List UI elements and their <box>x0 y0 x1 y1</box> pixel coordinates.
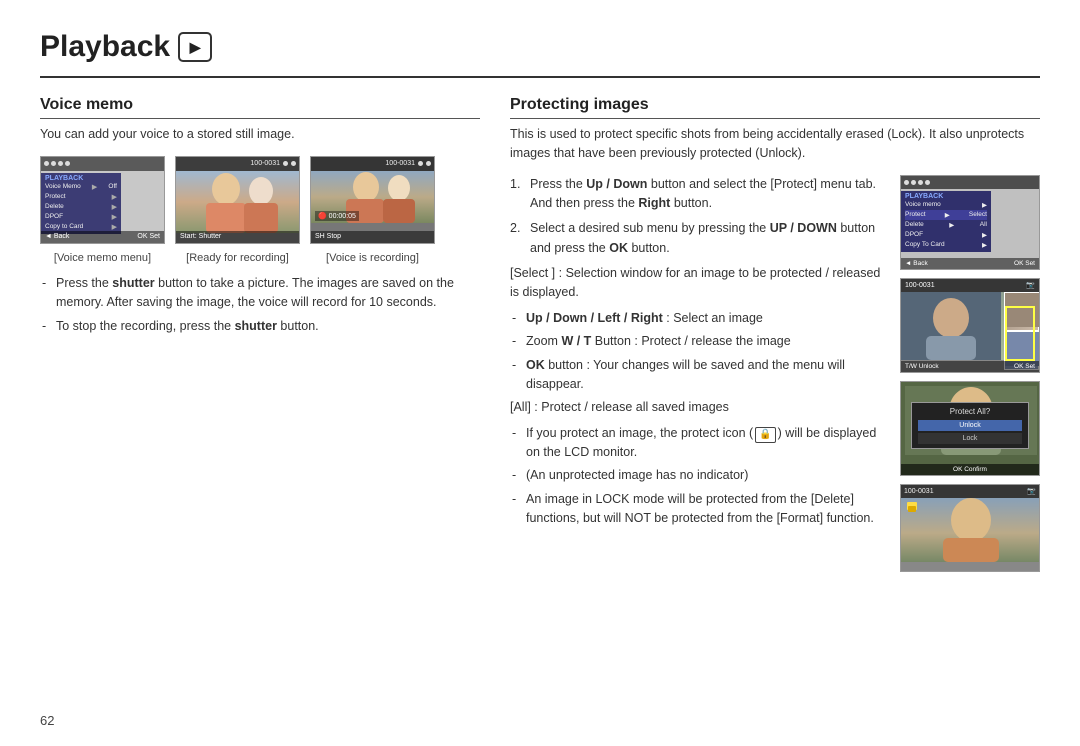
top-divider <box>40 76 1040 78</box>
protect-sub-bullets: Up / Down / Left / Right : Select an ima… <box>510 309 886 395</box>
screen1-topbar <box>41 157 164 171</box>
screen3-bottombar: SH Stop <box>311 231 434 243</box>
protect-desc: This is used to protect specific shots f… <box>510 125 1040 163</box>
protect-extra-bullets: If you protect an image, the protect ico… <box>510 424 886 529</box>
screen2-bottombar: Start: Shutter <box>176 231 299 243</box>
protect-bottombar: OK Confirm <box>901 464 1039 475</box>
all-note: [All] : Protect / release all saved imag… <box>510 398 886 417</box>
right-content-area: 1. Press the Up / Down button and select… <box>510 175 1040 572</box>
recording-time: 00:00:05 <box>329 213 356 220</box>
voice-memo-bullets: Press the shutter button to take a pictu… <box>40 274 480 336</box>
bullet-zoom: Zoom W / T Button : Protect / release th… <box>510 332 886 351</box>
numbered-steps: 1. Press the Up / Down button and select… <box>510 175 886 259</box>
protected-topbar: 100-0031 📷 <box>901 485 1039 498</box>
step-1: 1. Press the Up / Down button and select… <box>510 175 886 214</box>
bullet-shutter-1: Press the shutter button to take a pictu… <box>40 274 480 313</box>
camera-screens-row: PLAYBACK Voice Memo▶Off Protect▶ Delete▶… <box>40 156 480 244</box>
page-number: 62 <box>40 713 54 728</box>
protect-dialog-title: Protect All? <box>918 407 1022 416</box>
start-shutter-label: Start: Shutter <box>180 233 221 240</box>
sel-bottom-right: OK Set <box>1014 363 1035 370</box>
recording-screen: 100-0031 🔴 00:00:05 <box>310 156 435 244</box>
bullet-protect-icon: If you protect an image, the protect ico… <box>510 424 886 463</box>
caption-1: [Voice memo menu] <box>40 252 165 264</box>
captions-row: [Voice memo menu] [Ready for recording] … <box>40 252 480 264</box>
sel-bottom-left: T/W Unlock <box>905 363 939 370</box>
screen1-menu: PLAYBACK Voice Memo▶Off Protect▶ Delete▶… <box>41 173 121 234</box>
protected-screen-label: 100-0031 <box>904 488 934 495</box>
protect-dialog: Protect All? Unlock Lock <box>911 402 1029 449</box>
right-text-area: 1. Press the Up / Down button and select… <box>510 175 886 572</box>
screen2-topbar: 100-0031 <box>176 157 299 171</box>
screen1-menu-title: PLAYBACK <box>45 175 117 182</box>
sel-photo-area <box>901 292 1039 360</box>
lock-button[interactable]: Lock <box>918 433 1022 444</box>
selection-topbar: 100-0031 📷 <box>901 279 1039 292</box>
voice-menu-screen: PLAYBACK Voice Memo▶Off Protect▶ Delete▶… <box>40 156 165 244</box>
bullet-lock-mode: An image in LOCK mode will be protected … <box>510 490 886 529</box>
screen3-topbar: 100-0031 <box>311 157 434 171</box>
recording-ready-screen: 100-0031 <box>175 156 300 244</box>
playback-icon: ▶ <box>178 32 212 62</box>
title-text: Playback <box>40 30 170 64</box>
selection-screen: 100-0031 📷 <box>900 278 1040 373</box>
protect-menu-bottombar: ◄ BackOK Set <box>901 258 1039 269</box>
bullet-updown: Up / Down / Left / Right : Select an ima… <box>510 309 886 328</box>
bullet-ok: OK button : Your changes will be saved a… <box>510 356 886 395</box>
caption-3: [Voice is recording] <box>310 252 435 264</box>
protect-all-screen: Protect All? Unlock Lock OK Confirm <box>900 381 1040 476</box>
sel-thumb-1 <box>1004 292 1039 331</box>
bullet-shutter-2: To stop the recording, press the shutter… <box>40 317 480 336</box>
step-2: 2. Select a desired sub menu by pressing… <box>510 219 886 258</box>
caption-2: [Ready for recording] <box>175 252 300 264</box>
protected-image-screen: 100-0031 📷 <box>900 484 1040 572</box>
protect-icon-inline: 🔒 <box>755 427 775 443</box>
protect-menu-content: PLAYBACK Voice memo▶ Protect▶Select Dele… <box>901 191 991 252</box>
page-container: Playback ▶ Voice memo You can add your v… <box>0 0 1080 592</box>
protect-menu-screen: PLAYBACK Voice memo▶ Protect▶Select Dele… <box>900 175 1040 270</box>
screen2-photo <box>176 171 299 233</box>
unlock-button[interactable]: Unlock <box>918 420 1022 431</box>
bullet-no-indicator: (An unprotected image has no indicator) <box>510 466 886 485</box>
sel-main-photo <box>901 292 1004 360</box>
sel-bottombar: T/W Unlock OK Set <box>901 361 1039 372</box>
two-column-layout: Voice memo You can add your voice to a s… <box>40 96 1040 572</box>
select-note: [Select ] : Selection window for an imag… <box>510 264 886 303</box>
sh-stop-label: SH Stop <box>315 233 341 240</box>
confirm-label: OK Confirm <box>953 466 987 473</box>
voice-memo-title: Voice memo <box>40 96 480 119</box>
protect-title: Protecting images <box>510 96 1040 119</box>
protect-menu-label: PLAYBACK <box>905 193 987 200</box>
page-title: Playback ▶ <box>40 30 1040 64</box>
voice-memo-desc: You can add your voice to a stored still… <box>40 125 480 144</box>
screen1-bottombar: ◄ BackOK Set <box>41 231 164 243</box>
protect-menu-topbar <box>901 176 1039 189</box>
sel-screen-label: 100-0031 <box>905 282 935 289</box>
sel-thumbnails <box>1004 292 1039 360</box>
right-column: Protecting images This is used to protec… <box>510 96 1040 572</box>
left-column: Voice memo You can add your voice to a s… <box>40 96 480 572</box>
right-screens-column: PLAYBACK Voice memo▶ Protect▶Select Dele… <box>900 175 1040 572</box>
